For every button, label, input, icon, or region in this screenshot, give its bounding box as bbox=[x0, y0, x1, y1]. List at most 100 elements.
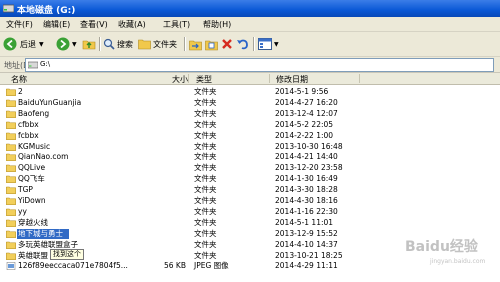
folder-icon bbox=[6, 99, 16, 107]
menu-help[interactable]: 帮助(H) bbox=[203, 19, 231, 30]
file-modified: 2013-12-4 12:07 bbox=[275, 108, 338, 118]
move-to-button[interactable] bbox=[189, 36, 202, 52]
folder-row[interactable]: cfbbx 文件夹 2014-5-2 22:05 bbox=[0, 120, 500, 131]
move-to-folder-icon bbox=[189, 40, 202, 50]
folder-row[interactable]: yy 文件夹 2014-1-16 22:30 bbox=[0, 207, 500, 218]
folder-row[interactable]: KGMusic 文件夹 2013-10-30 16:48 bbox=[0, 142, 500, 153]
folder-icon bbox=[6, 241, 16, 249]
file-modified: 2014-1-30 16:49 bbox=[275, 174, 338, 184]
file-type: 文件夹 bbox=[194, 108, 217, 118]
column-divider[interactable] bbox=[269, 74, 270, 83]
file-type: 文件夹 bbox=[194, 97, 217, 107]
file-name: Baofeng bbox=[18, 108, 50, 118]
copy-to-button[interactable] bbox=[205, 36, 218, 52]
folder-icon bbox=[6, 230, 16, 238]
menu-favorites[interactable]: 收藏(A) bbox=[118, 19, 146, 30]
forward-button[interactable]: ▼ bbox=[56, 36, 77, 52]
folder-row[interactable]: 2 文件夹 2014-5-1 9:56 bbox=[0, 87, 500, 98]
up-folder-button[interactable] bbox=[82, 36, 96, 52]
toolbar-separator bbox=[253, 37, 255, 51]
file-type: 文件夹 bbox=[194, 217, 217, 227]
column-name[interactable]: 名称 bbox=[11, 74, 27, 85]
menu-bar: 文件(F) 编辑(E) 查看(V) 收藏(A) 工具(T) 帮助(H) bbox=[0, 17, 500, 32]
search-label: 搜索 bbox=[117, 39, 133, 49]
menu-edit[interactable]: 编辑(E) bbox=[43, 19, 70, 30]
menu-file[interactable]: 文件(F) bbox=[6, 19, 33, 30]
folder-icon bbox=[6, 186, 16, 195]
file-name: 地下城与勇士 bbox=[18, 228, 63, 238]
file-name: cfbbx bbox=[18, 119, 39, 129]
file-name: 英雄联盟 bbox=[18, 250, 48, 260]
column-divider[interactable] bbox=[188, 74, 189, 83]
file-type: 文件夹 bbox=[194, 228, 217, 238]
views-button[interactable]: ▼ bbox=[258, 36, 279, 52]
file-row[interactable]: 126f89eeccaca071e7804f5... 56 KB JPEG 图像 20… bbox=[0, 261, 500, 272]
file-name: fcbbx bbox=[18, 130, 39, 140]
copy-to-folder-icon bbox=[205, 40, 218, 50]
file-name: KGMusic bbox=[18, 141, 51, 151]
file-name: yy bbox=[18, 206, 27, 216]
views-dropdown-icon: ▼ bbox=[274, 40, 279, 48]
image-file-icon bbox=[6, 262, 16, 271]
folder-row[interactable]: 穿越火线 文件夹 2014-5-1 11:01 bbox=[0, 218, 500, 229]
folder-icon bbox=[6, 154, 16, 162]
file-type: JPEG 图像 bbox=[194, 261, 229, 271]
folder-row[interactable]: QQLive 文件夹 2013-12-20 23:58 bbox=[0, 163, 500, 174]
file-type: 文件夹 bbox=[194, 141, 217, 151]
search-icon bbox=[103, 38, 115, 50]
back-button[interactable]: 后退 ▼ bbox=[3, 36, 44, 52]
watermark: Baidu经验 bbox=[405, 239, 478, 255]
menu-view[interactable]: 查看(V) bbox=[80, 19, 108, 30]
file-name: 多玩英雄联盟盒子 bbox=[18, 239, 78, 249]
file-modified: 2013-12-20 23:58 bbox=[275, 163, 343, 173]
file-type: 文件夹 bbox=[194, 196, 217, 205]
toolbar: 后退 ▼ ▼ 搜索 文件夹 ▼ bbox=[0, 32, 500, 57]
folder-row[interactable]: Baofeng 文件夹 2013-12-4 12:07 bbox=[0, 109, 500, 120]
file-modified: 2014-5-2 22:05 bbox=[275, 119, 334, 129]
forward-dropdown-icon[interactable]: ▼ bbox=[72, 41, 77, 48]
toolbar-separator bbox=[184, 37, 186, 51]
column-divider[interactable] bbox=[359, 74, 360, 83]
file-type: 文件夹 bbox=[194, 206, 217, 216]
folders-button[interactable]: 文件夹 bbox=[138, 36, 177, 52]
file-type: 文件夹 bbox=[194, 250, 217, 260]
folder-row[interactable]: QQ飞车 文件夹 2014-1-30 16:49 bbox=[0, 174, 500, 185]
tooltip: 找到这个 bbox=[50, 249, 84, 260]
file-modified: 2014-4-10 14:37 bbox=[275, 239, 338, 249]
menu-tools[interactable]: 工具(T) bbox=[163, 19, 190, 30]
address-input[interactable]: G:\ bbox=[25, 58, 494, 72]
column-header: 名称 大小 类型 修改日期 bbox=[0, 73, 500, 85]
file-type: 文件夹 bbox=[194, 185, 217, 195]
folder-icon bbox=[6, 88, 16, 96]
file-type: 文件夹 bbox=[194, 152, 217, 162]
folder-icon bbox=[6, 175, 16, 184]
folders-icon bbox=[138, 39, 151, 50]
title-bar: 本地磁盘 (G:) bbox=[0, 0, 500, 17]
folder-row[interactable]: fcbbx 文件夹 2014-2-22 1:00 bbox=[0, 131, 500, 142]
search-button[interactable]: 搜索 bbox=[103, 36, 133, 52]
file-name: QQLive bbox=[18, 163, 46, 173]
column-type[interactable]: 类型 bbox=[196, 74, 212, 85]
file-name: BaiduYunGuanjia bbox=[18, 97, 82, 107]
file-modified: 2014-5-1 9:56 bbox=[275, 87, 329, 96]
folder-row[interactable]: BaiduYunGuanjia 文件夹 2014-4-27 16:20 bbox=[0, 98, 500, 109]
file-name: 穿越火线 bbox=[18, 217, 48, 227]
folder-icon bbox=[6, 143, 16, 151]
folder-row[interactable]: YiDown 文件夹 2014-4-30 18:16 bbox=[0, 196, 500, 207]
file-type: 文件夹 bbox=[194, 163, 217, 173]
folder-icon bbox=[6, 208, 16, 216]
undo-button[interactable] bbox=[236, 36, 249, 52]
folder-row[interactable]: TGP 文件夹 2014-3-30 18:28 bbox=[0, 185, 500, 196]
folder-icon bbox=[6, 121, 16, 129]
folder-row[interactable]: QianNao.com 文件夹 2014-4-21 14:40 bbox=[0, 152, 500, 163]
delete-button[interactable] bbox=[221, 36, 233, 52]
address-value: G:\ bbox=[40, 60, 51, 68]
file-modified: 2014-4-27 16:20 bbox=[275, 97, 338, 107]
column-size[interactable]: 大小 bbox=[172, 74, 188, 85]
file-name: QQ飞车 bbox=[18, 174, 45, 184]
toolbar-separator bbox=[99, 37, 101, 51]
back-dropdown-icon[interactable]: ▼ bbox=[39, 41, 44, 48]
file-modified: 2013-10-30 16:48 bbox=[275, 141, 343, 151]
column-modified[interactable]: 修改日期 bbox=[276, 74, 308, 85]
folder-icon bbox=[6, 165, 16, 173]
